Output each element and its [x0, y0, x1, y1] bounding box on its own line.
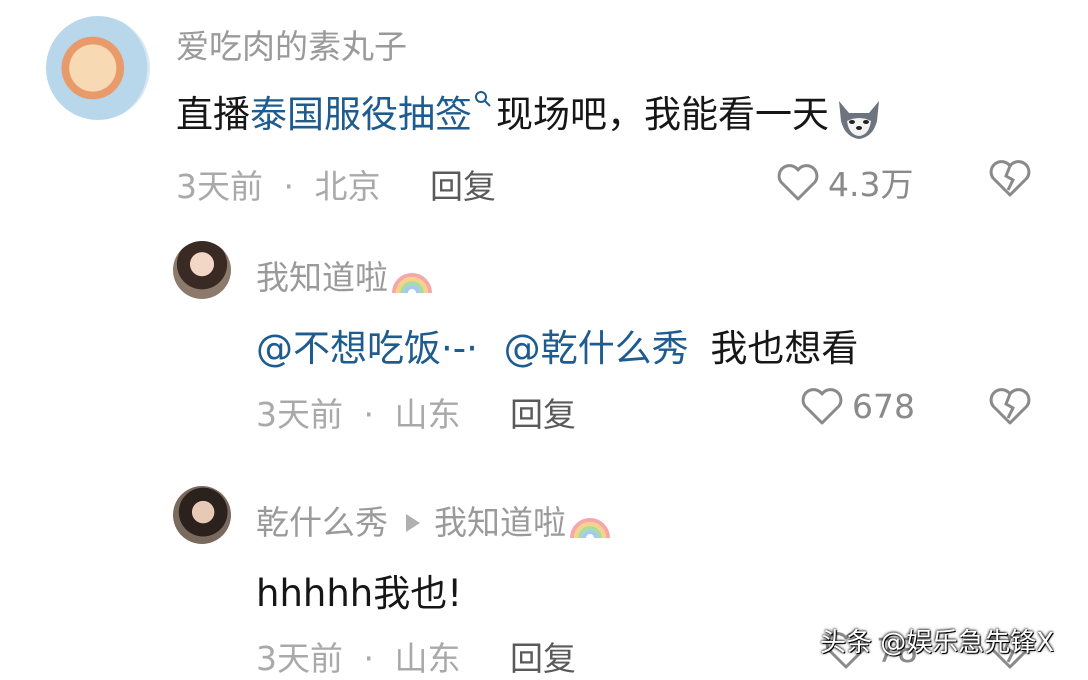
reply-button[interactable]: 回复 [510, 388, 576, 436]
comment-text: 直播泰国服役抽签 现场吧，我能看一天 [176, 84, 885, 143]
meta-dot: · [363, 395, 375, 434]
comment-text-prefix: 直播 [176, 93, 250, 136]
reply-username-text: 乾什么秀 [256, 503, 388, 542]
comment-username[interactable]: 爱吃肉的素丸子 [176, 20, 407, 68]
rainbow-icon [570, 517, 610, 538]
search-mini-icon[interactable] [474, 90, 492, 108]
avatar[interactable] [46, 16, 150, 120]
search-link[interactable]: 泰国服役抽签 [250, 93, 472, 136]
comment-location: 北京 [314, 167, 381, 206]
heart-icon [777, 164, 819, 201]
like-count: 4.3万 [828, 165, 914, 204]
meta-dot: · [363, 639, 375, 678]
avatar[interactable] [173, 241, 231, 299]
comment-meta: 3天前 · 北京 [176, 160, 381, 208]
reply-location: 山东 [394, 395, 461, 434]
like-count: 678 [852, 386, 915, 426]
mention-link[interactable]: @不想吃饭·-· [256, 327, 478, 370]
reply-username[interactable]: 乾什么秀 我知道啦 [256, 496, 612, 544]
reply-meta: 3天前 · 山东 [256, 632, 461, 680]
avatar[interactable] [173, 486, 231, 544]
heart-icon [801, 388, 843, 425]
comment-text-suffix: 现场吧，我能看一天 [496, 93, 829, 136]
reply-button[interactable]: 回复 [430, 160, 496, 208]
meta-dot: · [283, 167, 295, 206]
reply-time: 3天前 [256, 639, 343, 678]
reply-username[interactable]: 我知道啦 [256, 251, 434, 299]
reply-username-text: 我知道啦 [256, 258, 388, 297]
reply-text: @不想吃饭·-· @乾什么秀 我也想看 [256, 318, 858, 372]
reply-to-username[interactable]: 我知道啦 [434, 503, 566, 542]
reply-body: hhhhh我也! [256, 572, 463, 615]
reply-body: 我也想看 [710, 327, 859, 370]
rainbow-icon [392, 272, 432, 293]
reply-location: 山东 [394, 639, 461, 678]
reply-meta: 3天前 · 山东 [256, 388, 461, 436]
like-button[interactable]: 678 [800, 386, 915, 426]
like-button[interactable]: 4.3万 [776, 158, 913, 206]
reply-arrow-icon [406, 514, 420, 532]
comment-time: 3天前 [176, 167, 263, 206]
reply-time: 3天前 [256, 395, 343, 434]
mention-link[interactable]: @乾什么秀 [504, 327, 689, 370]
broken-heart-icon[interactable] [988, 386, 1032, 426]
wolf-emoji-icon [839, 100, 879, 139]
broken-heart-icon[interactable] [988, 158, 1032, 198]
reply-button[interactable]: 回复 [510, 632, 576, 680]
watermark: 头条 @娱乐急先锋X [820, 628, 1055, 658]
